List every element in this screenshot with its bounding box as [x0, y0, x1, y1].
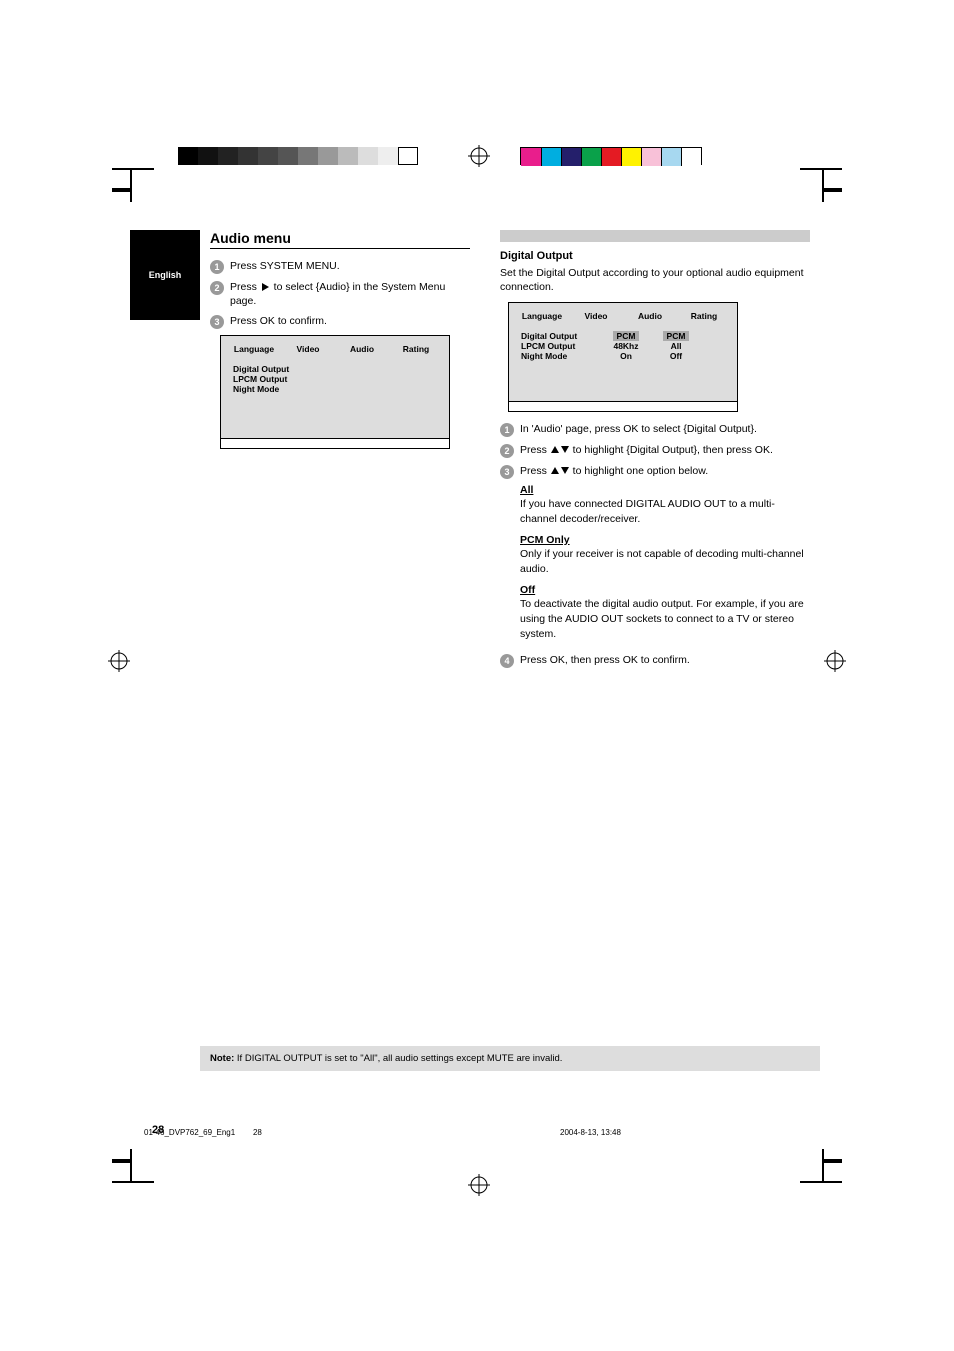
- side-tab-language: English: [130, 230, 200, 320]
- osd-tabs: Language Video Audio Rating: [221, 336, 449, 358]
- step-number-icon: 1: [500, 423, 514, 437]
- crop-mark-top-right: [800, 168, 842, 202]
- osd-value-48khz: 48Khz: [601, 341, 651, 351]
- step-number-icon: 3: [500, 465, 514, 479]
- osd-body: Digital Output LPCM Output Night Mode: [221, 358, 449, 438]
- osd-value-all: All: [651, 341, 701, 351]
- osd-row-night-mode: Night Mode: [233, 384, 313, 394]
- subsection-desc: Set the Digital Output according to your…: [500, 266, 810, 294]
- crop-mark-bottom-left: [112, 1149, 154, 1183]
- option-off-text: To deactivate the digital audio output. …: [520, 598, 804, 639]
- note-title: Note:: [210, 1053, 234, 1064]
- osd-tab-rating: Rating: [389, 344, 443, 354]
- step-number-icon: 2: [210, 281, 224, 295]
- osd-row-lpcm-output: LPCM Output: [233, 374, 313, 384]
- osd-tab-audio: Audio: [623, 311, 677, 321]
- right-step-4: 4 Press OK, then press OK to confirm.: [500, 653, 810, 668]
- osd-body: Digital Output PCM PCM LPCM Output 48Khz…: [509, 325, 737, 401]
- footer-file-info: 01-46_DVP762_69_Eng1 28: [144, 1128, 262, 1137]
- crop-mark-top-left: [112, 168, 154, 202]
- footer-timestamp: 2004-8-13, 13:48: [560, 1128, 621, 1137]
- option-all-text: If you have connected DIGITAL AUDIO OUT …: [520, 498, 775, 525]
- osd-tab-language: Language: [515, 311, 569, 321]
- section-title-audio-menu: Audio menu: [210, 230, 470, 249]
- osd-menu-right: Language Video Audio Rating Digital Outp…: [508, 302, 738, 412]
- option-pcm-text: Only if your receiver is not capable of …: [520, 548, 804, 575]
- triangle-down-icon: [561, 446, 569, 453]
- step-1-text: Press SYSTEM MENU.: [230, 259, 470, 273]
- registration-cross-top: [468, 145, 490, 167]
- step-number-icon: 3: [210, 315, 224, 329]
- osd-tabs: Language Video Audio Rating: [509, 303, 737, 325]
- triangle-right-icon: [262, 283, 269, 291]
- option-pcm-label: PCM Only: [520, 534, 570, 546]
- step-3-text: Press OK to confirm.: [230, 314, 470, 328]
- triangle-up-icon: [551, 446, 559, 453]
- step-number-icon: 1: [210, 260, 224, 274]
- option-off-label: Off: [520, 584, 535, 596]
- osd-footer: [509, 401, 737, 411]
- gray-ramp: [178, 147, 418, 165]
- right-step-2-text: Press to highlight {Digital Output}, the…: [520, 443, 810, 457]
- registration-cross-bottom: [468, 1174, 490, 1199]
- osd-row-night-mode: Night Mode: [521, 351, 601, 361]
- osd-tab-rating: Rating: [677, 311, 731, 321]
- subsection-title-digital-output: Digital Output: [500, 250, 810, 262]
- osd-tab-language: Language: [227, 344, 281, 354]
- page-content: Audio menu 1 Press SYSTEM MENU. 2 Press …: [210, 230, 810, 457]
- osd-footer: [221, 438, 449, 448]
- osd-value-pcm: PCM: [601, 331, 651, 341]
- triangle-down-icon: [561, 467, 569, 474]
- note-bar: Note: If DIGITAL OUTPUT is set to "All",…: [200, 1046, 820, 1071]
- crop-mark-bottom-right: [800, 1149, 842, 1183]
- step-number-icon: 4: [500, 654, 514, 668]
- osd-value-off: Off: [651, 351, 701, 361]
- registration-cross-right: [824, 650, 846, 675]
- note-text: If DIGITAL OUTPUT is set to "All", all a…: [237, 1053, 562, 1064]
- step-3: 3 Press OK to confirm.: [210, 314, 470, 329]
- osd-row-lpcm-output: LPCM Output: [521, 341, 601, 351]
- osd-menu-left: Language Video Audio Rating Digital Outp…: [220, 335, 450, 449]
- osd-value-on: On: [601, 351, 651, 361]
- registration-cross-left: [108, 650, 130, 675]
- right-step-2: 2 Press to highlight {Digital Output}, t…: [500, 443, 810, 458]
- panel-header-bar: [500, 230, 810, 242]
- osd-tab-audio: Audio: [335, 344, 389, 354]
- osd-value-pcm-alt: PCM: [651, 331, 701, 341]
- step-2-text: Press to select {Audio} in the System Me…: [230, 280, 470, 308]
- osd-row-digital-output: Digital Output: [521, 331, 601, 341]
- right-step-3-text: Press to highlight one option below. All…: [520, 464, 810, 647]
- right-step-4-text: Press OK, then press OK to confirm.: [520, 653, 810, 667]
- step-1: 1 Press SYSTEM MENU.: [210, 259, 470, 274]
- triangle-up-icon: [551, 467, 559, 474]
- step-number-icon: 2: [500, 444, 514, 458]
- osd-tab-video: Video: [281, 344, 335, 354]
- right-step-1: 1 In 'Audio' page, press OK to select {D…: [500, 422, 810, 437]
- color-bar: [520, 147, 702, 165]
- osd-tab-video: Video: [569, 311, 623, 321]
- option-all-label: All: [520, 484, 533, 496]
- right-step-3: 3 Press to highlight one option below. A…: [500, 464, 810, 647]
- step-2: 2 Press to select {Audio} in the System …: [210, 280, 470, 308]
- osd-row-digital-output: Digital Output: [233, 364, 313, 374]
- right-step-1-text: In 'Audio' page, press OK to select {Dig…: [520, 422, 810, 436]
